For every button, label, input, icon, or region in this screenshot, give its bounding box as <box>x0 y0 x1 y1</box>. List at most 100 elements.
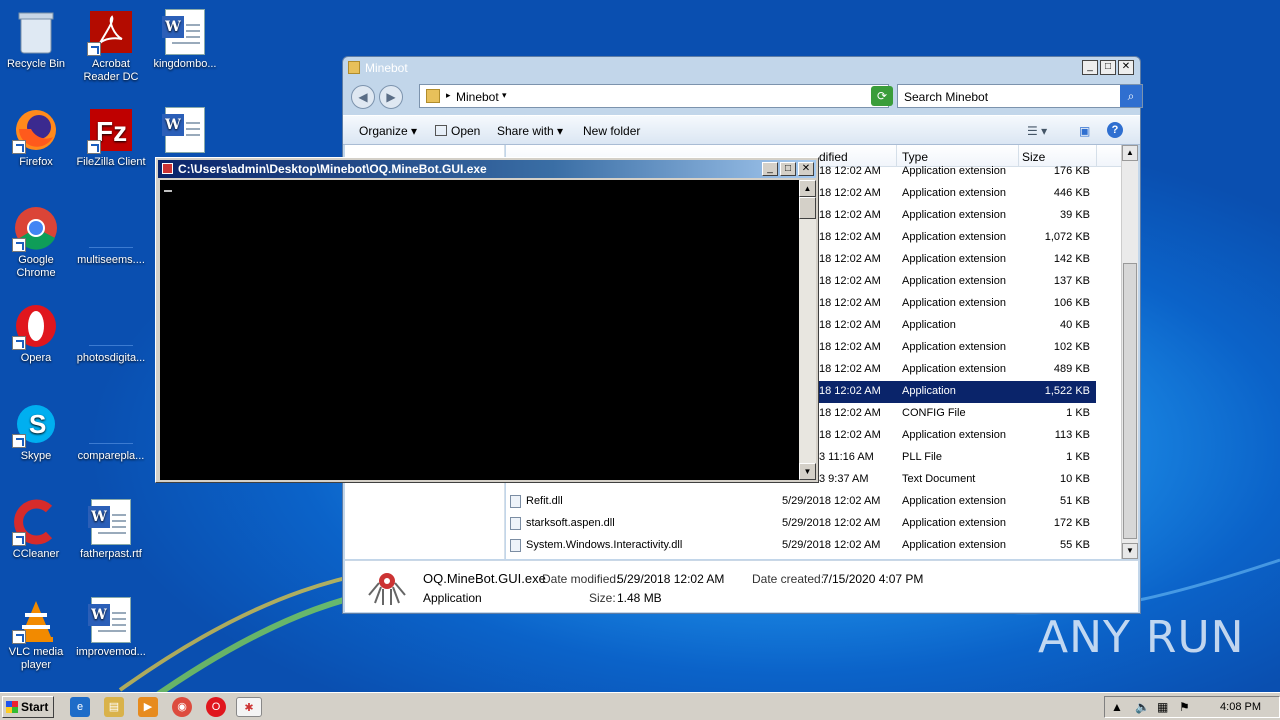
file-size: 176 KB <box>1053 165 1090 177</box>
file-date-modified: 18 12:02 AM <box>819 165 881 177</box>
details-filename: OQ.MineBot.GUI.exe <box>423 571 546 586</box>
new-folder-button[interactable]: New folder <box>583 124 640 138</box>
file-date-modified: 18 12:02 AM <box>819 209 881 221</box>
action-center-icon[interactable]: ⚑ <box>1179 700 1190 714</box>
file-type: Application extension <box>902 209 1006 221</box>
share-with-button[interactable]: Share with ▾ <box>497 124 563 138</box>
console-scrollbar[interactable]: ▲ ▼ <box>799 180 816 480</box>
word-document-icon: W <box>87 498 135 546</box>
console-scroll-thumb[interactable] <box>799 197 816 219</box>
desktop-icon-acrobat[interactable]: Acrobat Reader DC <box>76 8 146 84</box>
file-size: 55 KB <box>1060 539 1090 551</box>
file-size: 1,522 KB <box>1044 385 1090 397</box>
command-bar: Organize ▾ Open Share with ▾ New folder … <box>343 115 1140 145</box>
file-type: Application extension <box>902 187 1006 199</box>
console-scroll-down[interactable]: ▼ <box>799 463 816 480</box>
folder-icon <box>426 89 440 103</box>
dll-file-icon <box>510 539 521 552</box>
console-titlebar[interactable]: C:\Users\admin\Desktop\Minebot\OQ.MineBo… <box>158 160 816 178</box>
file-size: 10 KB <box>1060 473 1090 485</box>
desktop-icon-filezilla[interactable]: Fz FileZilla Client <box>76 106 146 169</box>
help-icon[interactable]: ? <box>1107 122 1123 138</box>
file-date-modified: 18 12:02 AM <box>819 275 881 287</box>
file-row[interactable]: starksoft.aspen.dll 5/29/2018 12:02 AM App… <box>506 513 1096 535</box>
file-row[interactable]: Refit.dll 5/29/2018 12:02 AM Application e… <box>506 491 1096 513</box>
file-type: Application extension <box>902 429 1006 441</box>
file-type: Application extension <box>902 165 1006 177</box>
maximize-button[interactable]: □ <box>1100 60 1116 75</box>
details-modified-label: Date modified: <box>542 572 620 586</box>
file-date-modified: 18 12:02 AM <box>819 429 881 441</box>
ie-icon[interactable]: e <box>70 697 90 717</box>
network-icon[interactable]: ▦ <box>1157 700 1168 714</box>
preview-pane-icon[interactable]: ▣ <box>1079 124 1090 138</box>
explorer-taskbar-icon[interactable]: ▤ <box>104 697 124 717</box>
scroll-up-button[interactable]: ▲ <box>1122 145 1138 161</box>
chrome-taskbar-icon[interactable]: ◉ <box>172 697 192 717</box>
file-name: Refit.dll <box>526 495 563 507</box>
minebot-spider-icon <box>368 573 406 605</box>
desktop-icon-vlc[interactable]: VLC media player <box>1 596 71 672</box>
desktop-icon-skype[interactable]: S Skype <box>1 400 71 463</box>
details-size-value: 1.48 MB <box>617 591 662 605</box>
console-minimize-button[interactable]: _ <box>762 162 778 176</box>
explorer-titlebar[interactable]: Minebot _ □ ✕ <box>343 57 1140 79</box>
organize-button[interactable]: Organize ▾ <box>359 124 417 138</box>
details-created-label: Date created: <box>752 572 825 586</box>
scroll-down-button[interactable]: ▼ <box>1122 543 1138 559</box>
close-button[interactable]: ✕ <box>1118 60 1134 75</box>
search-input[interactable]: Search Minebot ⌕ <box>897 84 1143 108</box>
desktop-icon-opera[interactable]: Opera <box>1 302 71 365</box>
search-icon[interactable]: ⌕ <box>1120 85 1142 107</box>
forward-button[interactable]: ▶ <box>379 85 403 109</box>
folder-icon <box>348 61 360 74</box>
opera-taskbar-icon[interactable]: O <box>206 697 226 717</box>
file-size: 137 KB <box>1053 275 1090 287</box>
file-name: starksoft.aspen.dll <box>526 517 615 529</box>
word-document-icon: W <box>87 596 135 644</box>
desktop-icon-improvemod[interactable]: W improvemod... <box>76 596 146 659</box>
desktop-icon-chrome[interactable]: Google Chrome <box>1 204 71 280</box>
scroll-thumb[interactable] <box>1123 263 1137 539</box>
minebot-taskbar-button[interactable]: ✱ <box>236 697 262 717</box>
console-scroll-up[interactable]: ▲ <box>799 180 816 197</box>
desktop-icon-firefox[interactable]: Firefox <box>1 106 71 169</box>
back-button[interactable]: ◀ <box>351 85 375 109</box>
desktop-icon-fatherpast[interactable]: W fatherpast.rtf <box>76 498 146 561</box>
desktop-icon-recycle-bin[interactable]: Recycle Bin <box>1 8 71 71</box>
file-name: System.Windows.Interactivity.dll <box>526 539 683 551</box>
minimize-button[interactable]: _ <box>1082 60 1098 75</box>
blank-file-icon <box>87 204 135 252</box>
console-output[interactable] <box>160 180 800 480</box>
file-size: 106 KB <box>1053 297 1090 309</box>
file-list-scrollbar[interactable]: ▲ ▼ <box>1121 145 1138 559</box>
address-bar[interactable]: ▸ Minebot ▾ ▼ <box>419 84 889 108</box>
chevron-down-icon[interactable]: ▾ <box>502 90 507 101</box>
volume-icon[interactable]: 🔈 <box>1135 700 1150 714</box>
desktop-icon-multiseems[interactable]: multiseems.... <box>76 204 146 267</box>
desktop-icon-photosdigita[interactable]: photosdigita... <box>76 302 146 365</box>
breadcrumb[interactable]: Minebot <box>456 90 499 104</box>
media-player-icon[interactable]: ▶ <box>138 697 158 717</box>
file-size: 172 KB <box>1053 517 1090 529</box>
show-hidden-icons-icon[interactable]: ▲ <box>1111 700 1123 714</box>
dll-file-icon <box>510 517 521 530</box>
console-window[interactable]: C:\Users\admin\Desktop\Minebot\OQ.MineBo… <box>155 157 819 483</box>
view-options-icon[interactable]: ☰ ▾ <box>1027 124 1047 138</box>
console-maximize-button[interactable]: □ <box>780 162 796 176</box>
open-button[interactable]: Open <box>435 124 480 138</box>
refresh-button[interactable]: ⟳ <box>871 86 893 106</box>
desktop-icon-ccleaner[interactable]: CCleaner <box>1 498 71 561</box>
file-type: Application extension <box>902 341 1006 353</box>
chrome-icon <box>12 204 60 252</box>
clock[interactable]: 4:08 PM <box>1220 701 1261 713</box>
desktop-icon-word-doc[interactable]: W <box>150 106 220 156</box>
ccleaner-icon <box>12 498 60 546</box>
windows-logo-icon <box>6 701 18 713</box>
file-row[interactable]: System.Windows.Interactivity.dll 5/29/201… <box>506 535 1096 557</box>
system-tray: ▲ 🔈 ▦ ⚑ 4:08 PM <box>1104 696 1280 718</box>
desktop-icon-compareplа[interactable]: compareplа... <box>76 400 146 463</box>
desktop-icon-kingdombo[interactable]: W kingdombo... <box>150 8 220 71</box>
start-button[interactable]: Start <box>2 696 54 718</box>
console-close-button[interactable]: ✕ <box>798 162 814 176</box>
